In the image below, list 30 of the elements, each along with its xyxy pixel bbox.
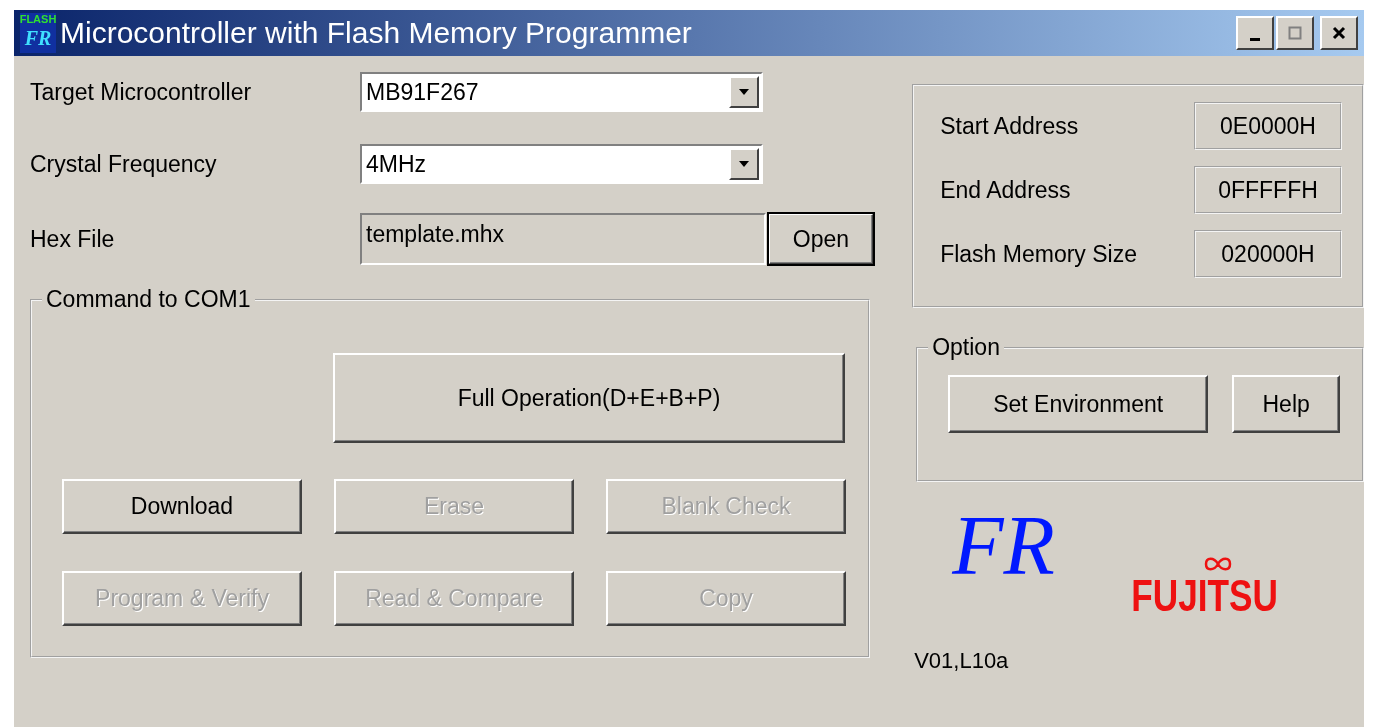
app-icon: FLASH FR (20, 13, 56, 53)
full-operation-button[interactable]: Full Operation(D+E+B+P) (333, 353, 845, 443)
file-path-field[interactable]: template.mhx (360, 213, 766, 265)
field-label: Target Microcontroller (30, 78, 253, 106)
open-button[interactable]: Open (768, 213, 874, 265)
group-title: Command to COM1 (45, 286, 252, 313)
version-text: V01,L10a (914, 648, 1010, 674)
info-value: 0E0000H (1194, 102, 1342, 150)
maximize-icon (1287, 25, 1303, 41)
dropdown-field[interactable]: 4MHz (360, 144, 763, 184)
field-label: Crystal Frequency (30, 150, 218, 178)
info-value: 0FFFFFH (1194, 166, 1342, 214)
minimize-button[interactable] (1236, 16, 1274, 50)
info-label: Flash Memory Size (940, 240, 1137, 268)
company-logo: FUJITSU (1131, 574, 1278, 618)
option-button[interactable]: Set Environment (948, 375, 1209, 433)
info-value: 020000H (1194, 230, 1342, 278)
close-button[interactable] (1320, 16, 1358, 50)
group-title: Option (931, 334, 1001, 361)
command-button[interactable]: Download (62, 479, 302, 534)
dropdown-field[interactable]: MB91F267 (360, 72, 763, 112)
option-button[interactable]: Help (1232, 375, 1341, 433)
product-logo: FR (952, 504, 1055, 588)
field-label: Hex File (30, 225, 116, 253)
minimize-icon (1250, 37, 1260, 41)
close-icon (1331, 25, 1347, 41)
info-label: Start Address (940, 112, 1079, 140)
info-label: End Address (940, 176, 1071, 204)
maximize-button[interactable] (1276, 16, 1314, 50)
window-title: Microcontroller with Flash Memory Programmer (60, 16, 693, 50)
